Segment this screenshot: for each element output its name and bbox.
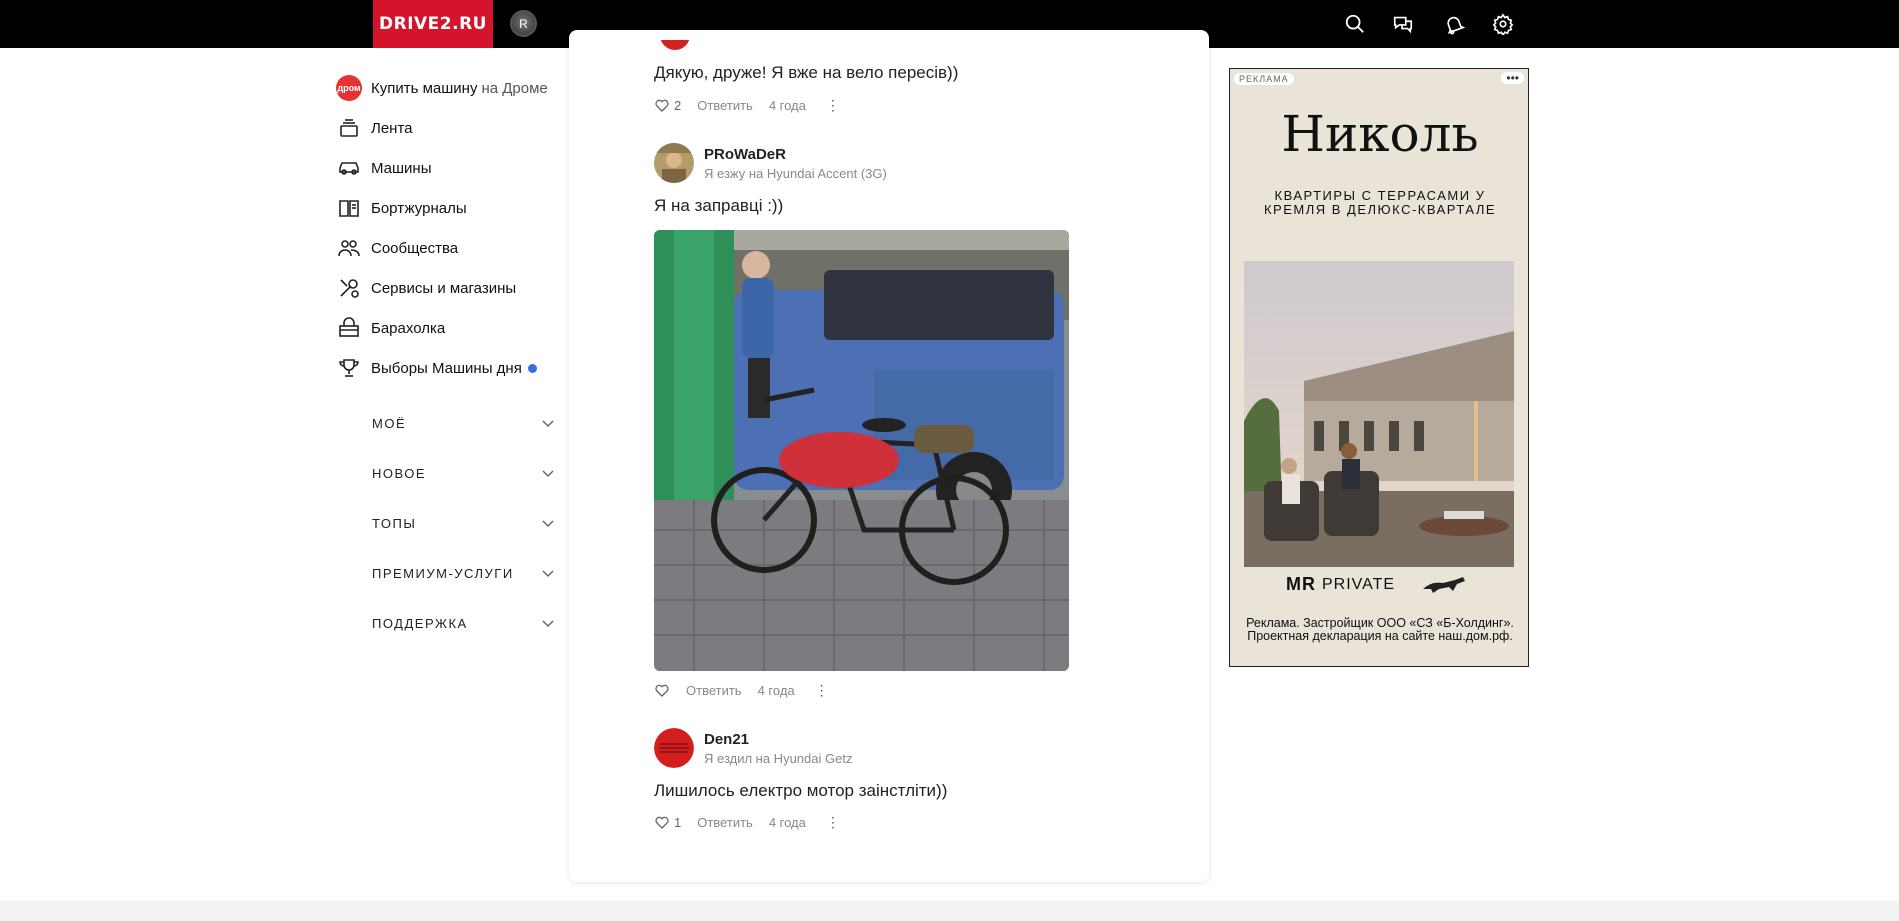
section-label: ПРЕМИУМ-УСЛУГИ xyxy=(372,565,514,581)
reply-link[interactable]: Ответить xyxy=(697,98,753,113)
notifications-icon[interactable] xyxy=(1441,11,1467,37)
page-footer xyxy=(0,901,1899,921)
sidebar-item-sublabel: на Дроме xyxy=(481,79,548,97)
reply-link[interactable]: Ответить xyxy=(686,683,742,698)
sidebar-item-label: Сервисы и магазины xyxy=(371,279,517,297)
section-support[interactable]: ПОДДЕРЖКА xyxy=(336,598,556,648)
comment-time[interactable]: 4 года xyxy=(769,815,806,830)
avatar[interactable] xyxy=(654,728,694,768)
messages-icon[interactable] xyxy=(1390,11,1416,37)
comment-author: PRoWaDeR Я езжу на Hyundai Accent (3G) xyxy=(654,143,887,183)
like-button[interactable] xyxy=(654,682,674,698)
ad-label: РЕКЛАМА xyxy=(1234,73,1294,85)
chevron-down-icon xyxy=(542,570,554,578)
tools-icon xyxy=(336,275,362,301)
search-icon[interactable] xyxy=(1342,11,1368,37)
author-name[interactable]: PRoWaDeR xyxy=(704,146,887,163)
ad-title: Николь xyxy=(1281,105,1479,163)
author-name[interactable]: Den21 xyxy=(704,731,852,748)
ad-legal-text: Реклама. Застройщик ООО «СЗ «Б-Холдинг».… xyxy=(1246,616,1514,643)
comment-time[interactable]: 4 года xyxy=(758,683,795,698)
sidebar-item-communities[interactable]: Сообщества xyxy=(336,228,556,268)
sidebar-item-services[interactable]: Сервисы и магазины xyxy=(336,268,556,308)
sidebar-item-label: Сообщества xyxy=(371,239,459,257)
feed-icon xyxy=(336,115,362,141)
chevron-down-icon xyxy=(542,470,554,478)
comment-photo[interactable] xyxy=(654,230,1069,671)
avatar xyxy=(660,40,690,50)
sidebar-item-market[interactable]: Барахолка xyxy=(336,308,556,348)
author-car[interactable]: Я езжу на Hyundai Accent (3G) xyxy=(704,166,887,181)
sidebar-item-label: Машины xyxy=(371,159,432,177)
chevron-down-icon xyxy=(542,420,554,428)
more-options-icon[interactable]: ⋮ xyxy=(826,97,840,114)
settings-icon[interactable] xyxy=(1490,11,1516,37)
ad-brand: MR PRIVATE xyxy=(1286,574,1467,595)
comment-text: Я на заправці :)) xyxy=(654,196,784,215)
more-options-icon[interactable]: ⋮ xyxy=(815,682,829,699)
comment-meta: Ответить 4 года ⋮ xyxy=(654,681,829,699)
trophy-icon xyxy=(336,355,362,381)
section-premium[interactable]: ПРЕМИУМ-УСЛУГИ xyxy=(336,548,556,598)
sidebar-item-label: Выборы Машины дня xyxy=(371,359,522,377)
sidebar-item-cars[interactable]: Машины xyxy=(336,148,556,188)
section-new[interactable]: НОВОЕ xyxy=(336,448,556,498)
sidebar-item-feed[interactable]: Лента xyxy=(336,108,556,148)
comment-meta: 1 Ответить 4 года ⋮ xyxy=(654,813,840,831)
sidebar-nav: дром Купить машину на Дроме Лента Машины… xyxy=(336,68,556,648)
ad-brand-text: PRIVATE xyxy=(1322,575,1396,593)
ad-brand-mark: MR xyxy=(1286,574,1316,594)
author-car[interactable]: Я ездил на Hyundai Getz xyxy=(704,751,852,766)
comment-author: Den21 Я ездил на Hyundai Getz xyxy=(654,728,852,768)
site-logo[interactable]: DRIVE2.RU xyxy=(373,0,493,48)
cheetah-icon xyxy=(1423,576,1466,593)
sidebar-item-label: Купить машину xyxy=(371,79,478,97)
section-label: МОЁ xyxy=(372,415,407,431)
ad-banner[interactable]: РЕКЛАМА ••• Николь КВАРТИРЫ С ТЕРРАСАМИ … xyxy=(1229,68,1529,667)
heart-icon xyxy=(655,99,669,112)
comment-text: Дякую, друже! Я вже на вело пересів)) xyxy=(654,63,959,82)
new-indicator-dot xyxy=(527,363,537,373)
logbook-icon xyxy=(336,195,362,221)
sidebar-item-label: Бортжурналы xyxy=(371,199,467,217)
comment-time[interactable]: 4 года xyxy=(769,98,806,113)
like-count: 1 xyxy=(674,814,682,830)
communities-icon xyxy=(336,235,362,261)
avatar[interactable] xyxy=(654,143,694,183)
reply-link[interactable]: Ответить xyxy=(697,815,753,830)
sidebar-item-label: Лента xyxy=(371,119,413,137)
like-button[interactable]: 2 xyxy=(654,97,681,113)
sidebar-item-car-of-day[interactable]: Выборы Машины дня xyxy=(336,348,556,388)
section-label: ТОПЫ xyxy=(372,515,417,531)
chevron-down-icon xyxy=(542,520,554,528)
sidebar-item-logbooks[interactable]: Бортжурналы xyxy=(336,188,556,228)
section-tops[interactable]: ТОПЫ xyxy=(336,498,556,548)
chevron-down-icon xyxy=(542,620,554,628)
section-label: ПОДДЕРЖКА xyxy=(372,615,468,631)
more-options-icon[interactable]: ⋮ xyxy=(826,814,840,831)
section-my[interactable]: МОЁ xyxy=(336,398,556,448)
like-button[interactable]: 1 xyxy=(654,814,681,830)
car-icon xyxy=(336,155,362,181)
heart-icon xyxy=(655,816,669,829)
comment-meta: 2 Ответить 4 года ⋮ xyxy=(654,96,840,114)
market-icon xyxy=(336,315,362,341)
heart-icon xyxy=(655,684,669,697)
ad-image xyxy=(1244,261,1514,567)
sidebar-item-label: Барахолка xyxy=(371,319,446,337)
like-count: 2 xyxy=(674,97,682,113)
sidebar-item-buy-car[interactable]: дром Купить машину на Дроме xyxy=(336,68,556,108)
user-avatar[interactable]: R xyxy=(510,10,537,37)
comment-text: Лишилось електро мотор заінстліти)) xyxy=(654,781,948,800)
section-label: НОВОЕ xyxy=(372,465,427,481)
ad-more-icon[interactable]: ••• xyxy=(1501,72,1524,84)
drom-icon: дром xyxy=(336,75,362,101)
ad-subtitle: КВАРТИРЫ С ТЕРРАСАМИ У КРЕМЛЯ В ДЕЛЮКС-К… xyxy=(1263,188,1497,217)
